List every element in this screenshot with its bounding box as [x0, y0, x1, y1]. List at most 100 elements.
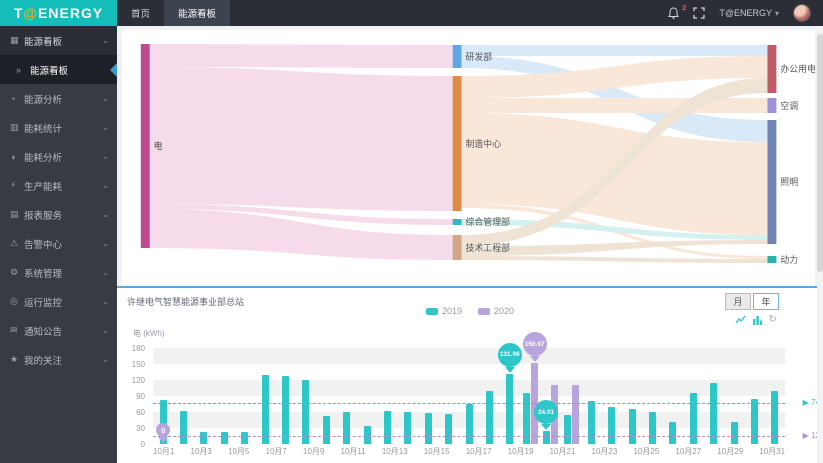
- bar-group-10月28: [704, 348, 724, 444]
- sankey-node-dian[interactable]: [140, 44, 150, 248]
- scrollbar-thumb[interactable]: [817, 34, 823, 272]
- brand-suffix: ENERGY: [38, 5, 104, 21]
- bar-group-10月8: [296, 348, 316, 444]
- sankey-node-bangong[interactable]: [767, 45, 777, 93]
- bar-group-10月11: [357, 348, 377, 444]
- sankey-node-zonghe[interactable]: [452, 219, 462, 225]
- sankey-label-yanfabu: 研发部: [466, 51, 493, 62]
- average-line-2020: ▶ 12.27: [153, 431, 823, 440]
- bar-group-10月26: [663, 348, 683, 444]
- sankey-node-zhaoming[interactable]: [767, 120, 777, 244]
- bar-2019-10月29[interactable]: [730, 421, 738, 444]
- x-tick: 10月1: [153, 447, 175, 456]
- bar-2019-10月5[interactable]: [241, 431, 249, 444]
- gauge-icon: ◔: [10, 93, 16, 104]
- flow-dian-yanfabu[interactable]: [149, 44, 453, 68]
- line-chart-icon[interactable]: [735, 315, 746, 325]
- bar-2019-10月26[interactable]: [669, 421, 677, 444]
- sidebar-item-报表服务[interactable]: ▤ 报表服务 ⌄: [0, 200, 117, 229]
- bar-chart-area[interactable]: ▶ 74.42 ▶ 12.270 131.96150.97 24.01: [153, 332, 823, 444]
- sidebar-item-运行监控[interactable]: ◎ 运行监控 ⌄: [0, 287, 117, 316]
- bar-2019-10月12[interactable]: [383, 410, 391, 444]
- bar-2019-10月18[interactable]: [506, 373, 514, 444]
- sidebar-item-能源看板[interactable]: ▦ 能源看板 ⌄: [0, 26, 117, 55]
- x-tick: [533, 446, 549, 457]
- sankey-label-kongtiao: 空调: [780, 100, 798, 111]
- tab-首页[interactable]: 首页: [117, 0, 164, 26]
- sankey-node-jishu[interactable]: [452, 235, 462, 260]
- bar-2019-10月16[interactable]: [465, 404, 473, 444]
- fullscreen-icon[interactable]: [693, 7, 705, 19]
- bar-2019-10月2[interactable]: [180, 410, 188, 444]
- x-tick: 10月23: [591, 447, 618, 456]
- bar-2019-10月8[interactable]: [302, 380, 310, 444]
- top-header: T @ ENERGY 首页 能源看板 2 T@ENERGY ▾: [0, 0, 823, 26]
- bar-2019-10月9[interactable]: [322, 416, 330, 444]
- report-icon: ▤: [10, 209, 19, 219]
- legend-item-2020[interactable]: 2020: [478, 306, 514, 316]
- bar-2019-10月10[interactable]: [343, 412, 351, 444]
- sankey-chart[interactable]: 电 研发部 制造中心 综合管理部 技术工程部 办公用电 空调 照明 动力: [122, 30, 815, 286]
- sankey-node-yanfabu[interactable]: [452, 45, 462, 68]
- y-axis-ticks: 180 150 120 90 60 30 0: [117, 344, 149, 449]
- sidebar-item-我的关注[interactable]: ★ 我的关注 ⌄: [0, 345, 117, 374]
- sankey-label-zhaoming: 照明: [780, 177, 798, 187]
- active-item-marker: [110, 62, 117, 77]
- data-marker-2019-day18[interactable]: 131.96: [497, 342, 522, 367]
- flow-yanfabu-bangong[interactable]: [461, 45, 768, 56]
- flow-zhizao-kongtiao[interactable]: [461, 98, 768, 113]
- bar-2019-10月20[interactable]: [543, 431, 551, 444]
- x-tick: [492, 446, 508, 457]
- sankey-node-zhizaozhongxin[interactable]: [452, 76, 462, 211]
- sankey-node-dongli[interactable]: [767, 256, 777, 263]
- bar-2019-10月15[interactable]: [445, 413, 453, 444]
- x-tick: 10月5: [228, 447, 250, 456]
- x-tick: [408, 446, 424, 457]
- sidebar-item-能耗分析[interactable]: ◑ 能耗分析 ⌄: [0, 142, 117, 171]
- bar-2019-10月13[interactable]: [404, 412, 412, 444]
- legend-label: 2020: [494, 306, 515, 316]
- bar-2019-10月25[interactable]: [649, 412, 657, 444]
- bar-2020-10月21[interactable]: [571, 385, 579, 444]
- tab-能源看板[interactable]: 能源看板: [164, 0, 231, 26]
- bar-2019-10月21[interactable]: [563, 414, 571, 444]
- scrollbar-track[interactable]: [817, 26, 823, 463]
- bar-2019-10月11[interactable]: [363, 426, 371, 444]
- legend-item-2019[interactable]: 2019: [425, 306, 462, 316]
- sankey-svg: 电 研发部 制造中心 综合管理部 技术工程部 办公用电 空调 照明 动力: [140, 44, 815, 265]
- sankey-node-kongtiao[interactable]: [767, 98, 777, 113]
- bar-chart-icon[interactable]: [752, 315, 763, 325]
- flow-dian-zhizaozhongxin[interactable]: [149, 67, 453, 211]
- arrow-right-icon: »: [16, 64, 22, 75]
- sidebar-item-能源分析[interactable]: ◔ 能源分析 ⌄: [0, 84, 117, 113]
- bar-group-10月3: [194, 348, 214, 444]
- x-tick: 10月11: [340, 447, 366, 456]
- bar-2019-10月3[interactable]: [200, 431, 208, 444]
- sidebar-item-系统管理[interactable]: ⚙ 系统管理 ⌄: [0, 258, 117, 287]
- sidebar-item-通知公告[interactable]: ✉ 通知公告 ⌄: [0, 316, 117, 345]
- refresh-icon[interactable]: ↻: [769, 315, 777, 325]
- notification-bell-icon[interactable]: 2: [668, 3, 686, 19]
- sidebar-item-生产能耗[interactable]: ⚡ 生产能耗 ⌄: [0, 171, 117, 200]
- sankey-label-jishu: 技术工程部: [466, 242, 511, 253]
- sidebar-item-告警中心[interactable]: ⚠ 告警中心 ⌄: [0, 229, 117, 258]
- brand-logo[interactable]: T @ ENERGY: [0, 0, 117, 26]
- data-marker-2020-day1[interactable]: 0: [156, 423, 171, 437]
- bar-2019-10月7[interactable]: [282, 376, 290, 444]
- bar-2019-10月6[interactable]: [261, 374, 269, 444]
- app-window: T @ ENERGY 首页 能源看板 2 T@ENERGY ▾ ▦ 能源看板 ⌄ » 能源看板…: [0, 0, 823, 463]
- bar-2019-10月22[interactable]: [587, 401, 595, 444]
- sidebar-item-能耗统计[interactable]: ▥ 能耗统计 ⌄: [0, 113, 117, 142]
- bar-2019-10月4[interactable]: [220, 431, 228, 444]
- data-marker-2020-day19[interactable]: 150.97: [522, 332, 547, 357]
- data-marker-2019-day20[interactable]: 24.01: [534, 400, 559, 425]
- x-tick: [450, 446, 466, 457]
- bar-2019-10月14[interactable]: [424, 413, 432, 444]
- bar-2019-10月28[interactable]: [710, 382, 718, 444]
- bar-2019-10月24[interactable]: [628, 409, 636, 444]
- bar-2019-10月23[interactable]: [608, 406, 616, 444]
- user-menu[interactable]: T@ENERGY ▾: [719, 8, 779, 18]
- sidebar-subitem-能源看板[interactable]: » 能源看板: [0, 55, 117, 84]
- bar-group-10月10: [337, 348, 357, 444]
- user-avatar[interactable]: [793, 4, 811, 22]
